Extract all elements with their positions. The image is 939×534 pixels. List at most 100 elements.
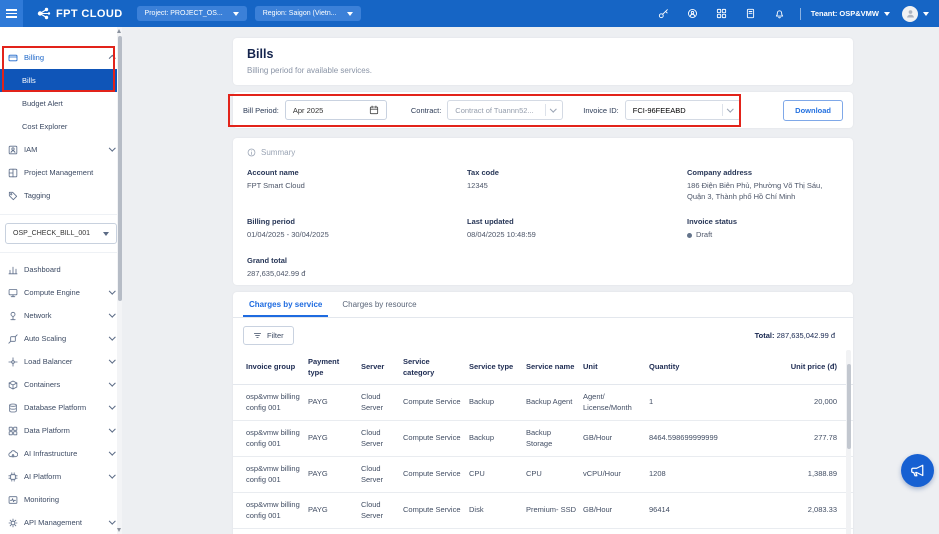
table-header-cell: Unit (583, 362, 598, 372)
sidebar-item-label: Budget Alert (22, 99, 63, 108)
download-button[interactable]: Download (783, 99, 843, 121)
autoscaling-icon (8, 333, 18, 344)
sidebar-item-label: Compute Engine (24, 288, 80, 297)
table-row[interactable]: osp&vmw billing config 001PAYGCloud Serv… (233, 385, 853, 421)
table-cell: PAYG (308, 505, 328, 515)
summary-card: Summary Account name FPT Smart Cloud Tax c… (233, 138, 853, 285)
bill-period-input[interactable]: Apr 2025 (284, 100, 387, 120)
table-header-cell: Invoice group (246, 362, 296, 372)
table-cell: 277.78 (814, 433, 837, 443)
sidebar-item-data-platform[interactable]: Data Platform (0, 419, 122, 442)
filter-button[interactable]: Filter (243, 326, 294, 345)
charges-table: Invoice group Payment type Server Service c… (233, 351, 853, 534)
iam-icon (8, 145, 18, 154)
sidebar-item-budget-alert[interactable]: Budget Alert (0, 92, 122, 115)
table-scrollbar[interactable] (846, 350, 851, 534)
table-header-cell: Service type (469, 362, 514, 372)
table-cell: Compute Service (403, 397, 461, 407)
table-cell: Cloud Server (361, 428, 384, 448)
filter-bar-card: Bill Period: Apr 2025 Contract: Contract… (233, 92, 853, 128)
table-row[interactable]: osp&vmw billing config 001PAYGCloud Serv… (233, 529, 853, 534)
user-avatar[interactable] (902, 5, 918, 22)
summary-field-billing-period: Billing period 01/04/2025 - 30/04/2025 (247, 217, 467, 241)
charges-tabs: Charges by service Charges by resource (233, 292, 853, 318)
table-cell: PAYG (308, 469, 328, 479)
chevron-down-icon (108, 402, 115, 410)
network-icon (10, 311, 16, 320)
table-cell: 1 (649, 397, 654, 407)
region-select-value: Region: Saigon (Vietn... (262, 10, 337, 17)
main-content: Bills Billing period for available servi… (122, 27, 939, 534)
calendar-icon (369, 105, 378, 115)
table-cell: Cloud Server (361, 529, 403, 534)
sidebar-item-load-balancer[interactable]: Load Balancer (0, 350, 122, 373)
table-row[interactable]: osp&vmw billing config 001PAYGCloud Serv… (233, 457, 853, 493)
sidebar-item-cost-explorer[interactable]: Cost Explorer (0, 115, 122, 138)
scrollbar-thumb[interactable] (846, 364, 851, 449)
sidebar-item-label: Dashboard (24, 265, 61, 274)
tagging-icon (8, 191, 18, 200)
summary-field-label: Company address (687, 168, 753, 177)
access-key-icon[interactable] (649, 0, 678, 27)
tab-charges-by-service[interactable]: Charges by service (239, 292, 332, 317)
table-cell: CPU (469, 469, 485, 479)
table-row[interactable]: osp&vmw billing config 001PAYGCloud Serv… (233, 493, 853, 529)
tab-charges-by-resource[interactable]: Charges by resource (332, 292, 426, 317)
sidebar-item-containers[interactable]: Containers (0, 373, 122, 396)
summary-grid: Account name FPT Smart Cloud Tax code 12345… (247, 168, 839, 279)
billing-config-select[interactable]: OSP_CHECK_BILL_001 (5, 223, 117, 244)
sidebar-scrollbar[interactable] (117, 27, 122, 534)
brand-logo[interactable]: FPT CLOUD (36, 6, 123, 21)
project-select[interactable]: Project: PROJECT_OS... (136, 6, 247, 21)
sidebar-item-network[interactable]: Network (0, 304, 122, 327)
scrollbar-thumb[interactable] (117, 36, 122, 301)
chevron-down-icon[interactable] (923, 11, 929, 16)
table-cell: PAYG (308, 397, 328, 407)
sidebar-item-monitoring[interactable]: Monitoring (0, 488, 122, 511)
notifications-bell-icon[interactable] (765, 0, 794, 27)
summary-field-value: 287,635,042.99 đ (247, 268, 306, 278)
table-header-row: Invoice group Payment type Server Service c… (233, 351, 853, 385)
scroll-up-arrow-icon[interactable] (117, 29, 121, 33)
table-row[interactable]: osp&vmw billing config 001PAYGCloud Serv… (233, 421, 853, 457)
sidebar-item-iam[interactable]: IAM (0, 138, 122, 161)
sidebar-nav-bottom: Dashboard Compute Engine Network Auto Scali… (0, 253, 122, 534)
contract-select[interactable]: Contract of Tuannn52... (447, 100, 564, 120)
bill-period-value: Apr 2025 (292, 105, 324, 115)
table-cell: osp&vmw billing config 001 (246, 428, 300, 448)
sidebar-item-label: Containers (24, 380, 61, 389)
documentation-icon[interactable] (736, 0, 765, 27)
sidebar-item-compute-engine[interactable]: Compute Engine (0, 281, 122, 304)
scroll-down-arrow-icon[interactable] (117, 528, 121, 532)
sidebar-item-bills[interactable]: Bills (0, 69, 122, 92)
announcement-fab[interactable] (901, 454, 934, 487)
sidebar-item-ai-infrastructure[interactable]: AI Infrastructure (0, 442, 122, 465)
project-icon (8, 168, 18, 177)
sidebar-item-label: Data Platform (24, 426, 70, 435)
summary-field-label: Grand total (247, 255, 288, 265)
monitoring-icon (8, 495, 18, 504)
sidebar-item-ai-platform[interactable]: AI Platform (0, 465, 122, 488)
support-icon[interactable] (678, 0, 707, 27)
tenant-select[interactable]: Tenant: OSP&VMW (811, 9, 890, 18)
summary-field-invoice-status: Invoice status Draft (687, 217, 839, 241)
app-window: FPT CLOUD Project: PROJECT_OS... Region:… (0, 0, 939, 534)
table-cell: 1208 (649, 469, 666, 479)
sidebar-item-database-platform[interactable]: Database Platform (0, 396, 122, 419)
sidebar-item-auto-scaling[interactable]: Auto Scaling (0, 327, 122, 350)
invoice-id-select[interactable]: FCI-96FEEABD (624, 100, 741, 120)
chevron-down-icon (108, 356, 115, 364)
summary-field-company-address: Company address 186 Điện Biên Phủ, Phường… (687, 168, 839, 202)
table-cell: Backup (469, 433, 495, 443)
menu-icon[interactable] (0, 0, 23, 27)
sidebar-item-tagging[interactable]: Tagging (0, 184, 122, 207)
sidebar-item-billing[interactable]: Billing (0, 46, 122, 69)
region-select[interactable]: Region: Saigon (Vietn... (254, 6, 361, 21)
table-header-cell: Service category (403, 357, 435, 377)
apps-grid-icon[interactable] (707, 0, 736, 27)
sidebar-item-dashboard[interactable]: Dashboard (0, 258, 122, 281)
table-cell: 96414 (649, 505, 670, 515)
sidebar-item-label: IAM (24, 145, 38, 154)
sidebar-item-project-management[interactable]: Project Management (0, 161, 122, 184)
sidebar-item-api-management[interactable]: API Management (0, 511, 122, 534)
